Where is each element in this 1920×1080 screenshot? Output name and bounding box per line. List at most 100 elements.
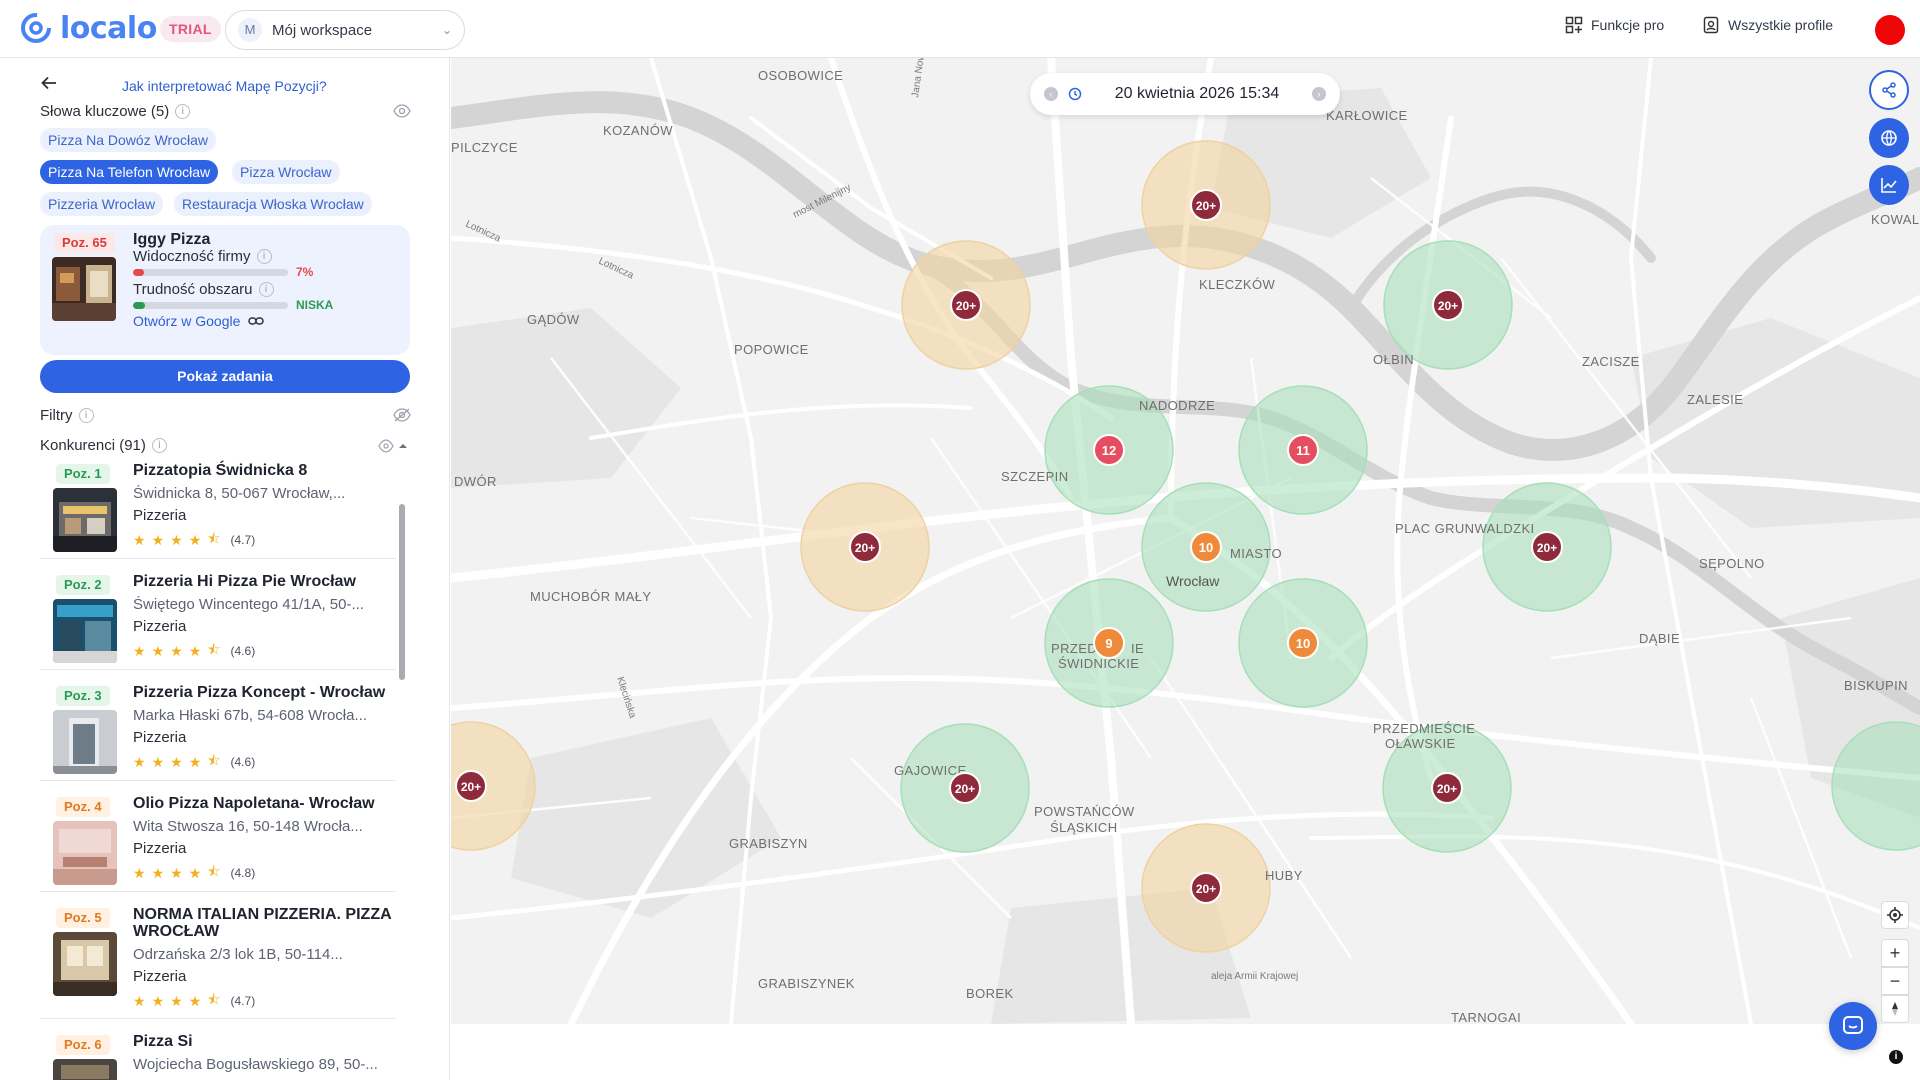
stats-button[interactable]	[1869, 165, 1909, 205]
rating-value: (4.8)	[230, 866, 256, 880]
competitor-category: Pizzeria	[133, 968, 187, 985]
rank-pin[interactable]: 12	[1093, 434, 1125, 466]
rating-value: (4.7)	[230, 533, 256, 547]
business-photo	[52, 257, 116, 321]
rank-pin[interactable]: 20+	[455, 770, 487, 802]
star-icon: ★	[133, 531, 146, 548]
svg-text:12: 12	[1102, 443, 1116, 458]
district-label: SĘPOLNO	[1699, 556, 1765, 571]
district-label: GRABISZYNEK	[758, 976, 855, 991]
star-icon: ★	[133, 992, 146, 1009]
svg-text:20+: 20+	[955, 782, 975, 796]
workspace-select[interactable]: M Mój workspace ⌄	[225, 10, 465, 50]
rank-pin[interactable]: 20+	[849, 531, 881, 563]
compass-button[interactable]	[1881, 995, 1909, 1023]
zoom-out-button[interactable]: −	[1881, 967, 1909, 995]
position-badge: Poz. 4	[56, 797, 110, 817]
rank-pin[interactable]: 9	[1093, 627, 1125, 659]
district-label: OŁBIN	[1373, 352, 1414, 367]
info-icon[interactable]: i	[175, 104, 191, 119]
attribution-info-icon[interactable]: i	[1889, 1050, 1903, 1064]
zoom-in-button[interactable]: +	[1881, 939, 1909, 967]
keyword-chip[interactable]: Pizza Wrocław	[232, 160, 340, 184]
star-half-icon: ⯪	[207, 752, 221, 768]
district-label: SZCZEPIN	[1001, 469, 1068, 484]
star-half-icon: ⯪	[207, 530, 221, 546]
rank-pin[interactable]: 20+	[1190, 189, 1222, 221]
competitor-item[interactable]: Poz. 5 NORMA ITALIAN PIZZERIA. PIZZA WRO…	[40, 892, 396, 1019]
svg-text:20+: 20+	[956, 299, 976, 313]
all-profiles-button[interactable]: Wszystkie profile	[1702, 16, 1833, 34]
district-label: TARNOGAI	[1451, 1010, 1521, 1024]
eye-icon[interactable]	[393, 104, 411, 118]
help-link[interactable]: Jak interpretować Mapę Pozycji?	[122, 78, 327, 94]
info-icon[interactable]: i	[78, 408, 94, 423]
list-scrollbar[interactable]	[399, 504, 405, 680]
competitor-item[interactable]: Poz. 2 Pizzeria Hi Pizza Pie Wrocław Świ…	[40, 559, 396, 670]
show-tasks-button[interactable]: Pokaż zadania	[40, 360, 410, 393]
trial-badge: TRIAL	[160, 16, 221, 42]
competitor-category: Pizzeria	[133, 507, 187, 524]
info-icon[interactable]: i	[256, 249, 272, 264]
locate-button[interactable]	[1881, 901, 1909, 929]
prev-date-icon[interactable]: ‹	[1044, 87, 1058, 101]
eye-off-icon[interactable]	[393, 408, 411, 422]
rank-pin[interactable]: 20+	[1190, 872, 1222, 904]
keyword-chip[interactable]: Pizzeria Wrocław	[40, 192, 164, 216]
star-icon: ★	[170, 753, 183, 770]
rating-value: (4.6)	[230, 755, 256, 769]
chat-button[interactable]	[1829, 1002, 1877, 1050]
competitor-address: Świdnicka 8, 50-067 Wrocław,...	[133, 485, 346, 502]
rank-pin[interactable]: 20+	[1431, 772, 1463, 804]
rank-pin[interactable]: 20+	[950, 289, 982, 321]
star-icon: ★	[151, 992, 165, 1009]
rank-pin[interactable]: 20+	[949, 772, 981, 804]
rank-pin[interactable]: 20+	[1531, 531, 1563, 563]
rank-pin[interactable]: 11	[1287, 434, 1319, 466]
logo-text: localo	[60, 10, 157, 46]
rank-pin[interactable]: 20+	[1432, 289, 1464, 321]
keyword-chip[interactable]: Pizza Na Dowóz Wrocław	[40, 128, 217, 152]
star-icon: ★	[151, 753, 165, 770]
competitor-item[interactable]: Poz. 6 Pizza Si Wojciecha Bogusławskiego…	[40, 1019, 396, 1080]
open-in-google-link[interactable]: Otwórz w Google	[133, 313, 265, 329]
user-avatar[interactable]	[1875, 15, 1905, 45]
rank-pin[interactable]: 10	[1190, 531, 1222, 563]
position-badge: Poz. 6	[56, 1035, 110, 1055]
keyword-chip-active[interactable]: Pizza Na Telefon Wrocław	[40, 160, 219, 184]
position-badge: Poz. 3	[56, 686, 110, 706]
difficulty-label: Trudność obszaru	[133, 281, 253, 298]
district-label: MUCHOBÓR MAŁY	[530, 589, 652, 604]
rank-pin[interactable]: 10	[1287, 627, 1319, 659]
grid-icon	[1565, 16, 1583, 34]
info-icon[interactable]: i	[258, 282, 274, 297]
layers-button[interactable]	[1869, 118, 1909, 158]
date-text[interactable]: 20 kwietnia 2026 15:34	[1092, 85, 1302, 103]
district-label: PRZEDMIEŚCIE	[1373, 721, 1475, 736]
district-label: HUBY	[1265, 868, 1303, 883]
next-date-icon[interactable]: ›	[1312, 87, 1326, 101]
history-icon[interactable]	[1068, 87, 1082, 101]
competitor-item[interactable]: Poz. 4 Olio Pizza Napoletana- Wrocław Wi…	[40, 781, 396, 892]
share-button[interactable]	[1869, 70, 1909, 110]
localo-logo[interactable]: localo	[18, 10, 157, 46]
keyword-chip[interactable]: Restauracja Włoska Wrocław	[174, 192, 372, 216]
competitor-photo	[53, 710, 117, 774]
competitor-item[interactable]: Poz. 1 Pizzatopia Świdnicka 8 Świdnicka …	[40, 448, 396, 559]
business-position-badge: Poz. 65	[54, 233, 115, 253]
city-label: Wrocław	[1166, 573, 1220, 589]
pro-features-button[interactable]: Funkcje pro	[1565, 16, 1664, 34]
workspace-avatar: M	[238, 18, 262, 42]
rating-stars: ★ ★ ★ ★ ⯪ (4.8)	[133, 861, 255, 885]
competitor-name: Pizzeria Pizza Koncept - Wrocław	[133, 684, 386, 701]
business-card: Poz. 65 Iggy Pizza Widoczność firmy i 7%…	[40, 225, 410, 355]
star-icon: ★	[188, 753, 202, 770]
district-label: KARŁOWICE	[1326, 108, 1408, 123]
visibility-value: 7%	[296, 265, 314, 279]
competitor-photo	[53, 488, 117, 552]
back-arrow-icon[interactable]	[38, 74, 60, 96]
competitor-item[interactable]: Poz. 3 Pizzeria Pizza Koncept - Wrocław …	[40, 670, 396, 781]
map-canvas[interactable]: OSOBOWICE KOZANÓW PILCZYCE KARŁOWICE KLE…	[451, 58, 1920, 1024]
district-label: BISKUPIN	[1844, 678, 1908, 693]
rating-stars: ★ ★ ★ ★ ⯪ (4.7)	[133, 989, 255, 1013]
